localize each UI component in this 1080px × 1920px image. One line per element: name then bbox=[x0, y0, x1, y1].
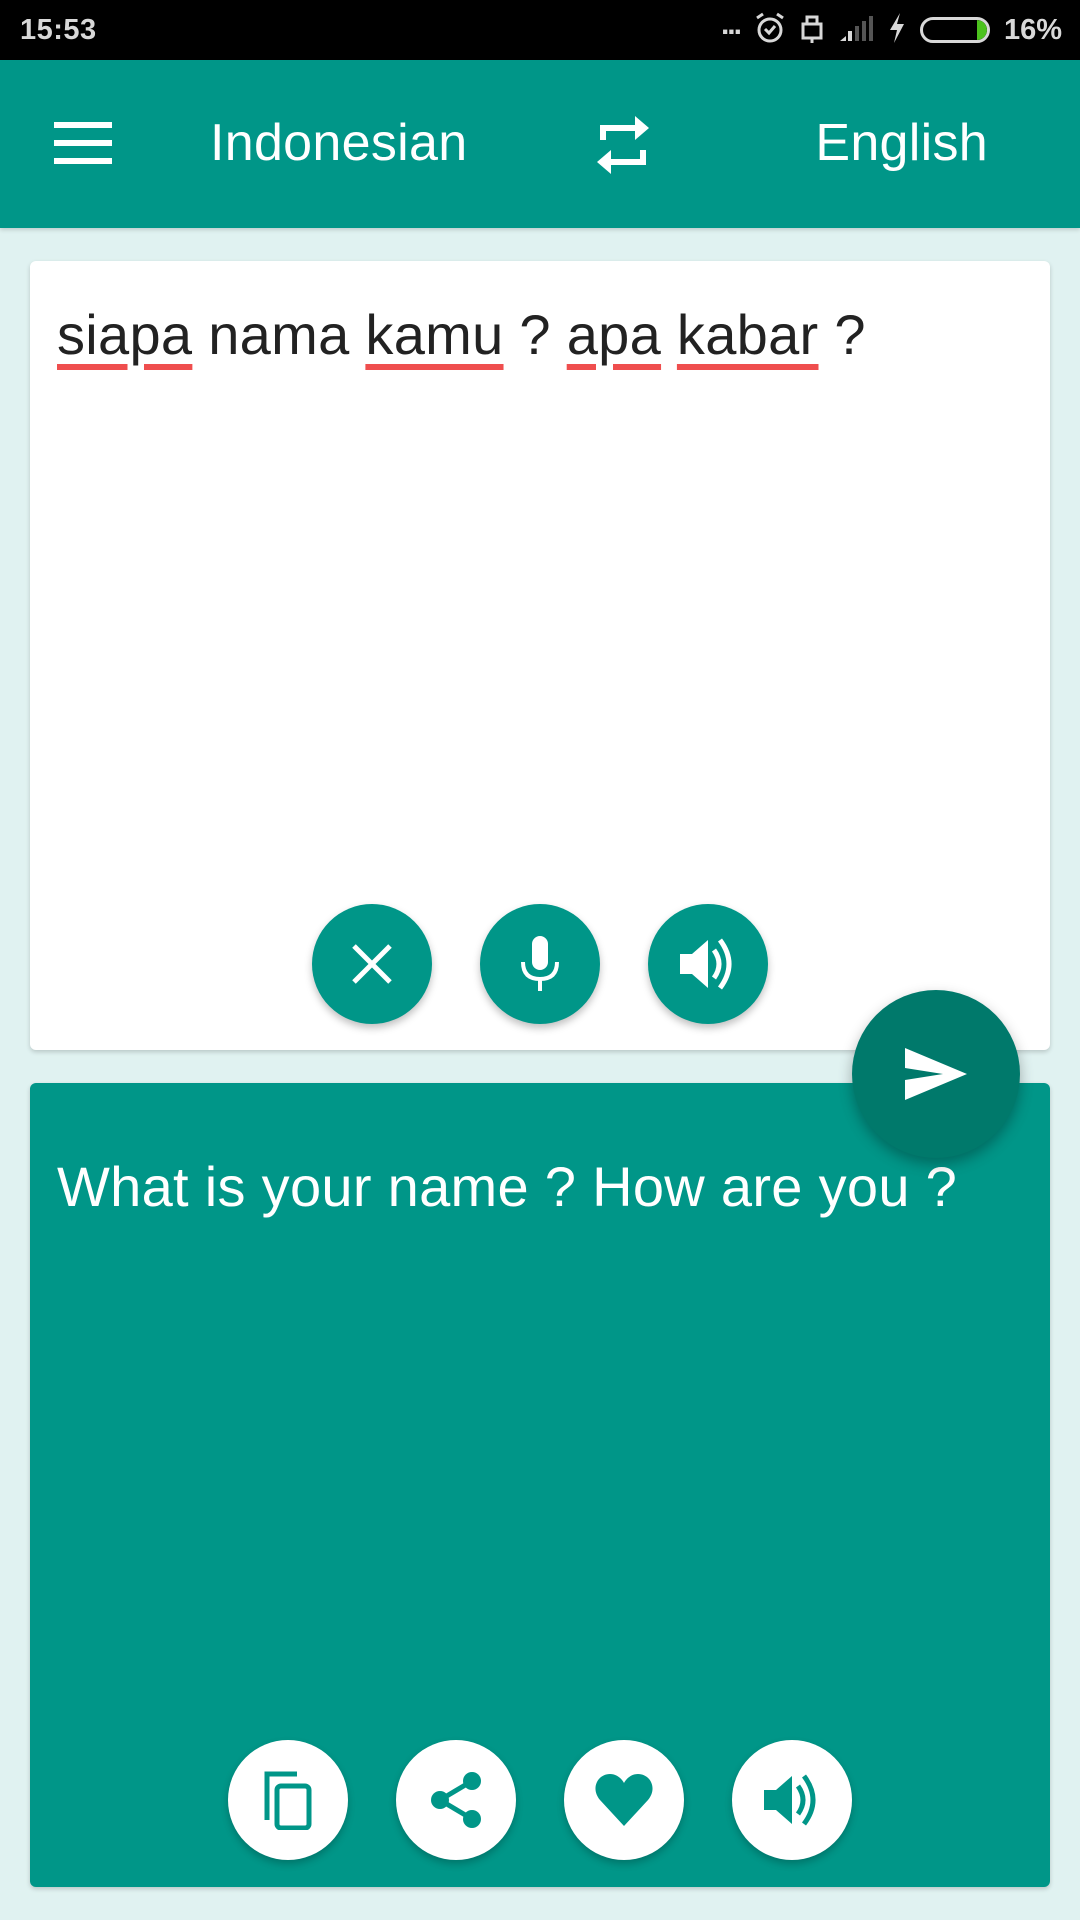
output-card: What is your name ? How are you ? bbox=[30, 1083, 1050, 1887]
swap-languages-icon bbox=[597, 116, 649, 174]
speak-source-button[interactable] bbox=[648, 904, 768, 1024]
usb-lock-icon bbox=[800, 12, 824, 49]
send-icon bbox=[905, 1048, 967, 1100]
battery-icon bbox=[919, 17, 990, 43]
battery-level bbox=[976, 20, 987, 40]
target-language-selector[interactable]: English bbox=[815, 108, 988, 178]
status-bar: 15:53 ... 16% bbox=[0, 0, 1080, 60]
source-language-selector[interactable]: Indonesian bbox=[210, 108, 467, 178]
source-text-input[interactable]: siapa nama kamu ? apa kabar ? bbox=[57, 297, 1023, 373]
input-card: siapa nama kamu ? apa kabar ? bbox=[30, 261, 1050, 1050]
misspelled-word[interactable]: kamu bbox=[365, 303, 503, 366]
charging-icon bbox=[888, 12, 906, 49]
speaker-icon bbox=[764, 1774, 816, 1826]
alarm-icon bbox=[754, 11, 786, 50]
translate-button[interactable] bbox=[852, 990, 1020, 1158]
copy-button[interactable] bbox=[228, 1740, 348, 1860]
signal-icon bbox=[838, 14, 874, 47]
word: ? bbox=[834, 303, 866, 366]
status-time: 15:53 bbox=[20, 13, 97, 46]
word: nama bbox=[208, 303, 350, 366]
word: ? bbox=[519, 303, 551, 366]
misspelled-word[interactable]: kabar bbox=[677, 303, 819, 366]
battery-percent: 16% bbox=[1003, 13, 1062, 46]
close-icon bbox=[352, 944, 392, 984]
favorite-button[interactable] bbox=[564, 1740, 684, 1860]
share-icon bbox=[431, 1772, 481, 1828]
misspelled-word[interactable]: apa bbox=[567, 303, 661, 366]
speak-translation-button[interactable] bbox=[732, 1740, 852, 1860]
more-notifications-icon: ... bbox=[720, 8, 742, 41]
clear-button[interactable] bbox=[312, 904, 432, 1024]
heart-icon bbox=[595, 1774, 653, 1826]
microphone-icon bbox=[521, 936, 559, 991]
translated-text: What is your name ? How are you ? bbox=[57, 1155, 958, 1218]
hamburger-menu-icon bbox=[54, 122, 112, 164]
menu-button[interactable] bbox=[50, 110, 116, 176]
speaker-icon bbox=[680, 938, 732, 990]
misspelled-word[interactable]: siapa bbox=[57, 303, 192, 366]
share-button[interactable] bbox=[396, 1740, 516, 1860]
app-bar: Indonesian English bbox=[0, 60, 1080, 228]
microphone-button[interactable] bbox=[480, 904, 600, 1024]
copy-icon bbox=[264, 1771, 312, 1830]
status-icons: ... 16% bbox=[720, 8, 1062, 50]
swap-languages-button[interactable] bbox=[588, 110, 658, 180]
